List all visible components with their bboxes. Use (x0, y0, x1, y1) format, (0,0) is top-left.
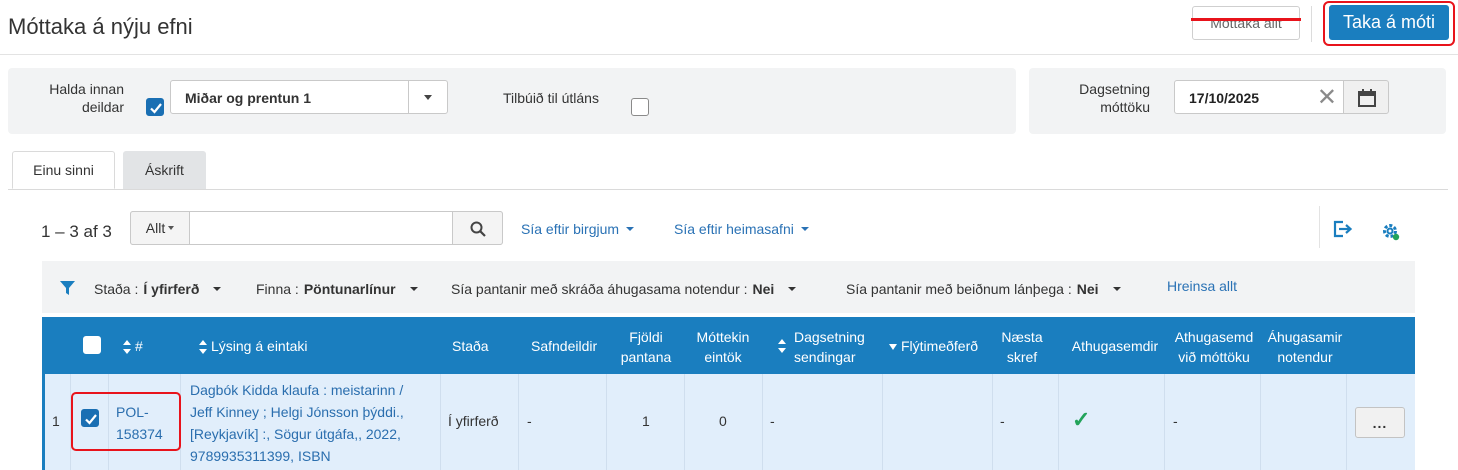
filter-icon (60, 281, 75, 295)
header-divider (1311, 6, 1312, 42)
column-interested-users: Áhugasamir notendur (1267, 329, 1343, 365)
row-actions-button[interactable]: ... (1355, 407, 1405, 438)
keep-in-department-label: Halda innan deildar (49, 81, 124, 115)
chevron-down-icon (168, 226, 175, 230)
chevron-down-icon (409, 287, 418, 291)
column-description[interactable]: Lýsing á eintaki (199, 336, 308, 356)
filter-by-vendor-dropdown[interactable]: Sía eftir birgjum (521, 221, 635, 237)
row-receipt-note: - (1173, 413, 1178, 429)
header-separator (0, 54, 1458, 55)
column-receipt-note: Athugasemd við móttöku (1174, 329, 1254, 365)
filter-by-library-dropdown[interactable]: Sía eftir heimasafni (674, 221, 809, 237)
column-number[interactable]: # (123, 336, 143, 356)
column-status: Staða (452, 338, 489, 354)
column-shipping-date[interactable]: Dagsetning sendingar (778, 327, 865, 367)
ready-for-loan-label: Tilbúið til útláns (503, 90, 599, 106)
highlight-annotation (71, 392, 181, 451)
row-next-step: - (1000, 413, 1005, 429)
calendar-icon (1358, 89, 1376, 107)
facet-patron-requests[interactable]: Sía pantanir með beiðnum lánþega : Nei (846, 281, 1121, 297)
row-shipping-date: - (770, 413, 775, 429)
keep-in-department-checkbox[interactable] (146, 98, 164, 116)
row-order-quantity: 1 (642, 413, 650, 429)
chevron-down-icon (213, 287, 222, 291)
receive-all-button[interactable]: Móttaka allt (1192, 6, 1300, 40)
department-select[interactable]: Miðar og prentun 1 (170, 80, 448, 114)
facet-find[interactable]: Finna : Pöntunarlínur (256, 281, 418, 297)
row-received: 0 (719, 413, 727, 429)
export-icon[interactable] (1332, 219, 1354, 239)
column-library: Safndeildir (531, 338, 598, 354)
row-status: Í yfirferð (448, 413, 499, 429)
row-index: 1 (52, 413, 60, 429)
tabs-underline (8, 189, 1448, 190)
column-rush[interactable]: Flýtimeðferð (889, 336, 978, 356)
clear-all-link[interactable]: Hreinsa allt (1167, 278, 1237, 294)
select-all-checkbox[interactable] (83, 336, 101, 354)
sort-icon (778, 339, 786, 353)
column-next-step: Næsta skref (1001, 329, 1043, 365)
search-button[interactable] (452, 211, 503, 245)
notes-check-icon: ✓ (1072, 407, 1091, 432)
clear-date-icon[interactable]: ✕ (1317, 83, 1337, 112)
column-order-quantity: Fjöldi pantana (620, 329, 672, 365)
receive-button[interactable]: Taka á móti (1329, 5, 1449, 40)
search-icon (470, 221, 486, 237)
toolbar-divider (1319, 206, 1320, 248)
row-library: - (527, 413, 532, 429)
chevron-down-icon (626, 227, 635, 231)
checkmark-icon (150, 103, 162, 114)
column-received: Móttekin eintök (696, 329, 750, 365)
chevron-down-icon (424, 95, 432, 100)
ready-for-loan-checkbox[interactable] (631, 98, 649, 116)
page-title: Móttaka á nýju efni (8, 14, 193, 39)
strikethrough-annotation (1191, 18, 1301, 21)
chevron-down-icon (788, 287, 797, 291)
sort-desc-icon (889, 344, 897, 351)
facet-interested-users[interactable]: Sía pantanir með skráða áhugasama notend… (451, 281, 797, 297)
settings-gear-icon[interactable] (1381, 222, 1401, 242)
column-notes: Athugasemdir (1071, 338, 1159, 354)
results-count: 1 – 3 af 3 (41, 222, 112, 241)
chevron-down-icon (1112, 287, 1121, 291)
receipt-date-input[interactable]: 17/10/2025 ✕ (1174, 80, 1344, 114)
calendar-button[interactable] (1343, 80, 1389, 114)
item-description-link[interactable]: Dagbók Kidda klaufa : meistarinn / Jeff … (190, 379, 430, 467)
chevron-down-icon (800, 227, 809, 231)
tab-one-time[interactable]: Einu sinni (12, 151, 115, 189)
receipt-date-label: Dagsetning móttöku (1079, 81, 1150, 115)
sort-icon (123, 340, 131, 355)
facet-status[interactable]: Staða : Í yfirferð (94, 281, 222, 297)
sort-icon (199, 340, 207, 355)
search-scope-dropdown[interactable]: Allt (130, 211, 190, 245)
tab-subscription[interactable]: Áskrift (123, 151, 206, 189)
